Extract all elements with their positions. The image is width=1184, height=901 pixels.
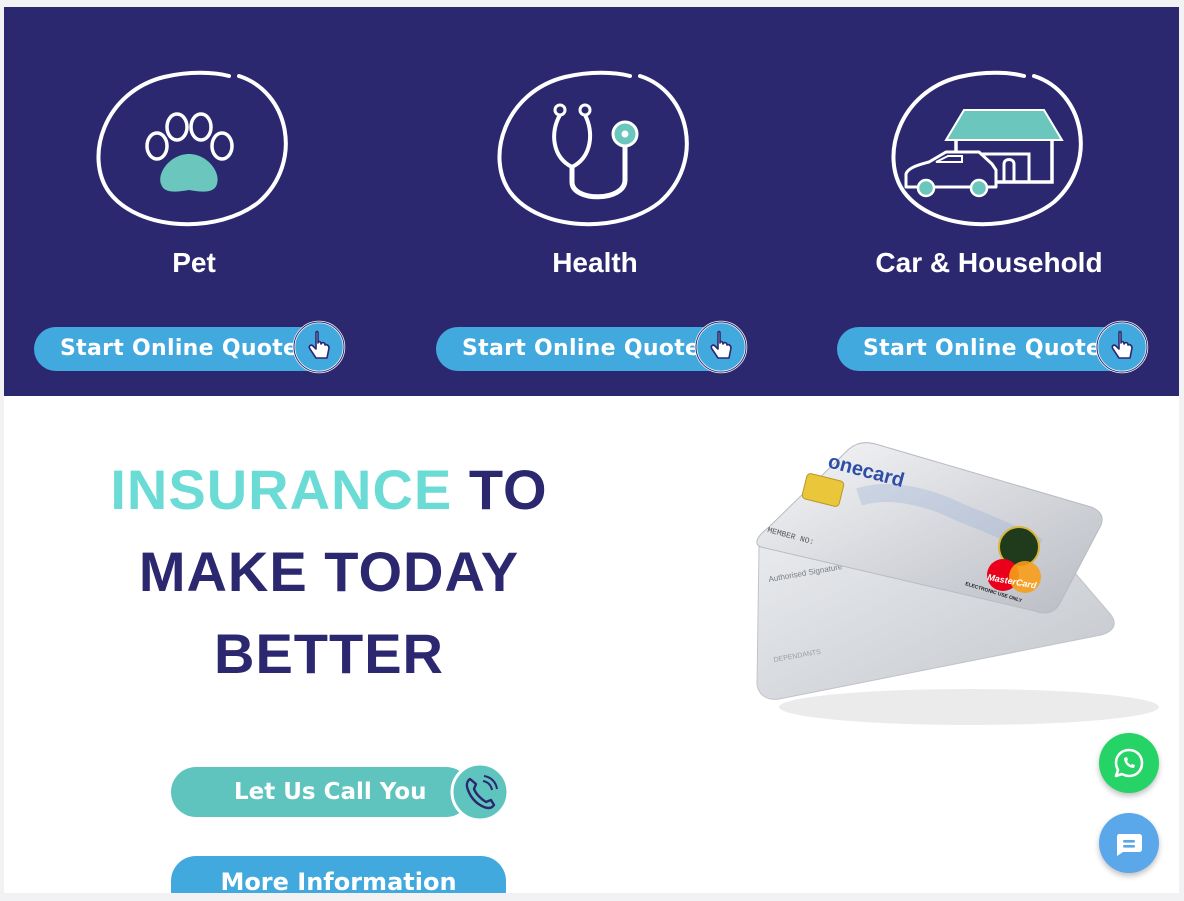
headline-rest: TO	[452, 458, 548, 521]
pointer-hand-icon	[1095, 320, 1149, 374]
headline-accent: INSURANCE	[110, 458, 453, 521]
product-band: Pet Start Online Quote Health Start Onli…	[4, 7, 1179, 396]
let-us-call-you-button[interactable]: Let Us Call You	[171, 762, 510, 822]
pointer-hand-icon	[694, 320, 748, 374]
chat-icon	[1117, 834, 1142, 856]
product-car-household: Car & Household Start Online Quote	[799, 7, 1179, 396]
product-title: Pet	[172, 247, 216, 278]
live-chat-button[interactable]	[1099, 813, 1159, 873]
headline-line-2: MAKE TODAY	[138, 540, 520, 603]
start-quote-button-pet[interactable]: Start Online Quote	[34, 320, 346, 374]
headline-line-3: BETTER	[214, 622, 444, 685]
hero-headline: INSURANCE TO MAKE TODAY BETTER	[54, 449, 604, 695]
button-label: Start Online Quote	[863, 336, 1102, 361]
headline-line-1: INSURANCE TO	[54, 449, 604, 531]
start-quote-button-health[interactable]: Start Online Quote	[436, 320, 748, 374]
whatsapp-button[interactable]	[1099, 733, 1159, 793]
button-label: Start Online Quote	[462, 336, 701, 361]
pointer-hand-icon	[292, 320, 346, 374]
car-house-icon	[891, 70, 1083, 227]
start-quote-button-car-household[interactable]: Start Online Quote	[837, 320, 1149, 374]
page: Pet Start Online Quote Health Start Onli…	[4, 7, 1179, 893]
phone-icon	[450, 762, 510, 822]
product-pet: Pet Start Online Quote	[4, 7, 384, 396]
stethoscope-icon	[497, 70, 689, 227]
button-label: Start Online Quote	[60, 336, 299, 361]
button-label: Let Us Call You	[234, 779, 427, 805]
onecard-cards-image: Authorised Signature DEPENDANTS onecard …	[756, 442, 1159, 725]
product-health: Health Start Online Quote	[405, 7, 785, 396]
whatsapp-icon	[1114, 748, 1144, 778]
more-information-button[interactable]: More Information	[171, 856, 506, 893]
product-title: Car & Household	[875, 247, 1103, 278]
paw-icon	[96, 70, 288, 227]
button-label: More Information	[220, 868, 457, 893]
product-title: Health	[552, 247, 638, 278]
